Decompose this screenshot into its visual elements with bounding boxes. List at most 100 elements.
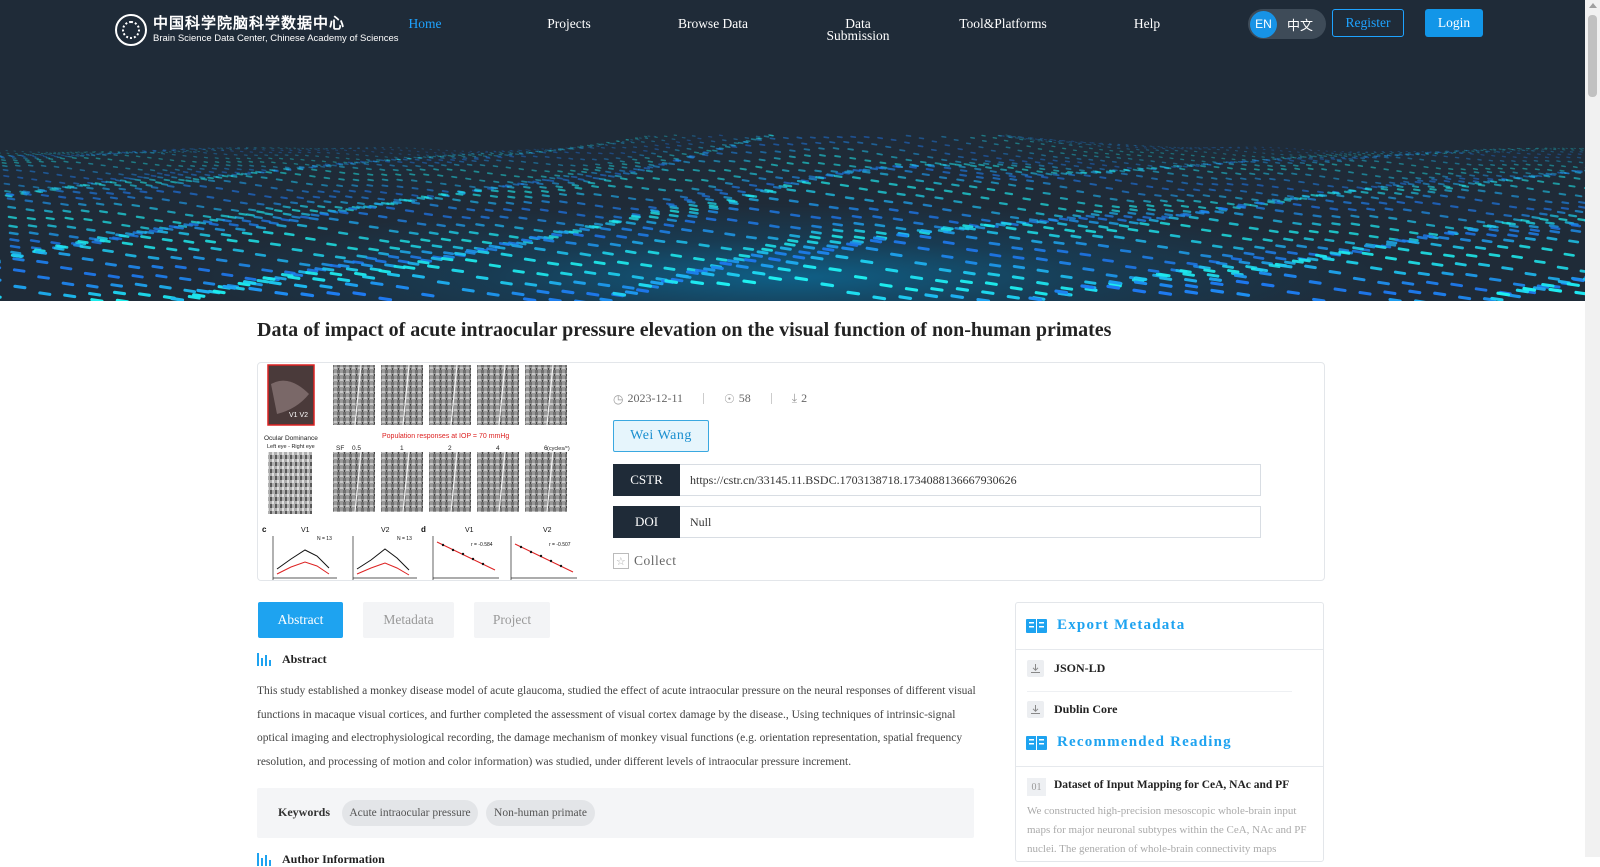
- language-switch[interactable]: EN 中文: [1248, 9, 1326, 39]
- cstr-value[interactable]: https://cstr.cn/33145.11.BSDC.1703138718…: [680, 464, 1261, 496]
- collect-label: Collect: [634, 553, 677, 569]
- meta-divider: [771, 393, 772, 404]
- dataset-title: Data of impact of acute intraocular pres…: [257, 319, 1111, 342]
- dataset-figure-thumbnail[interactable]: V1 V2 Ocular Dominance Left eye - Right …: [259, 364, 589, 580]
- fig-sf-value: 1: [400, 445, 404, 452]
- clock-icon: ◷: [613, 392, 623, 406]
- fig-r-v1: r = -0.584: [471, 542, 493, 548]
- fig-c-v1: V1: [301, 527, 310, 534]
- logo-english-name: Brain Science Data Center, Chinese Acade…: [153, 33, 399, 45]
- fig-sf-label: SF: [336, 445, 344, 452]
- recommended-item-number: 01: [1027, 778, 1046, 796]
- nav-tool-platforms[interactable]: Tool&Platforms: [943, 18, 1063, 30]
- section-bars-icon: [257, 853, 273, 866]
- dataset-card: V1 V2 Ocular Dominance Left eye - Right …: [257, 362, 1325, 581]
- logo-chinese-name: 中国科学院脑科学数据中心: [153, 15, 399, 33]
- author-information-text: Author Information: [282, 852, 385, 867]
- figure-tile: [381, 365, 423, 425]
- doi-value: Null: [680, 506, 1261, 538]
- figure-tile: [477, 452, 519, 512]
- tab-metadata[interactable]: Metadata: [363, 602, 454, 638]
- fig-d-v2: V2: [543, 527, 552, 534]
- panel-divider: [1016, 649, 1324, 650]
- fig-sf-value: 4: [496, 445, 500, 452]
- top-navigation: 中国科学院脑科学数据中心 Brain Science Data Center, …: [0, 0, 1585, 60]
- figure-tile: [525, 365, 567, 425]
- download-icon: [1027, 660, 1044, 677]
- meta-divider: [703, 393, 704, 404]
- nav-projects[interactable]: Projects: [509, 18, 629, 30]
- cstr-label: CSTR: [613, 464, 680, 496]
- nav-help[interactable]: Help: [1087, 18, 1207, 30]
- fig-r-v2: r = -0.507: [549, 542, 571, 548]
- book-icon: [1026, 735, 1047, 750]
- export-dublin-core[interactable]: Dublin Core: [1027, 701, 1117, 718]
- panel-divider: [1016, 766, 1324, 767]
- section-bars-icon: [257, 653, 273, 666]
- eye-icon: ☉: [724, 392, 735, 406]
- doi-label: DOI: [613, 506, 680, 538]
- keywords-label: Keywords: [278, 805, 330, 820]
- register-button[interactable]: Register: [1332, 9, 1404, 37]
- fig-panel-d: d: [421, 525, 426, 534]
- figure-tile: [429, 365, 471, 425]
- recommended-reading-title: Recommended Reading: [1057, 734, 1232, 751]
- download-count: 2: [801, 391, 807, 406]
- scroll-thumb[interactable]: [1588, 15, 1597, 97]
- author-information-heading: Author Information: [257, 852, 385, 867]
- figure-tile: [429, 452, 471, 512]
- login-button[interactable]: Login: [1425, 9, 1483, 37]
- fig-c-v2: V2: [381, 527, 390, 534]
- export-json-ld[interactable]: JSON-LD: [1027, 660, 1105, 677]
- nav-data-submission[interactable]: Data Submission: [798, 18, 918, 42]
- scroll-up-arrow-icon[interactable]: [1589, 3, 1597, 8]
- keyword-tag[interactable]: Non-human primate: [486, 800, 595, 826]
- publish-date: 2023-12-11: [627, 391, 683, 406]
- side-panel: Export Metadata JSON-LD Dublin Core Reco…: [1015, 602, 1324, 862]
- download-icon: [1027, 701, 1044, 718]
- fig-d-v1: V1: [465, 527, 474, 534]
- abstract-heading-text: Abstract: [282, 652, 327, 667]
- fig-panel-c: c: [262, 525, 267, 534]
- doi-row: DOI Null: [613, 506, 1261, 538]
- figure-tile: [381, 452, 423, 512]
- nav-browse-data[interactable]: Browse Data: [653, 18, 773, 30]
- site-logo[interactable]: 中国科学院脑科学数据中心 Brain Science Data Center, …: [115, 14, 399, 46]
- export-item-divider: [1027, 691, 1292, 692]
- collect-button[interactable]: ☆ Collect: [613, 553, 677, 569]
- fig-n-v2: N = 13: [397, 536, 412, 542]
- nav-home[interactable]: Home: [365, 18, 485, 30]
- lang-zh-option[interactable]: 中文: [1287, 15, 1313, 34]
- tab-abstract[interactable]: Abstract: [258, 602, 343, 638]
- view-count: 58: [739, 391, 751, 406]
- recommended-item-description: We constructed high-precision mesoscopic…: [1027, 802, 1317, 859]
- abstract-heading: Abstract: [257, 652, 327, 667]
- fig-sf-value: 0.5: [352, 445, 361, 452]
- recommended-reading-heading: Recommended Reading: [1026, 734, 1232, 751]
- export-json-ld-label: JSON-LD: [1054, 661, 1105, 676]
- keywords-box: Keywords Acute intraocular pressure Non-…: [257, 788, 974, 838]
- fig-sf-value: 2: [448, 445, 452, 452]
- fig-ocular-title: Ocular Dominance: [264, 435, 318, 442]
- author-tag[interactable]: Wei Wang: [613, 420, 709, 452]
- star-icon: ☆: [613, 553, 629, 569]
- fig-n-v1: N = 13: [317, 536, 332, 542]
- fig-label-v1v2-top: V1 V2: [289, 412, 308, 419]
- figure-tile: [333, 365, 375, 425]
- figure-graphic: V1 V2 Ocular Dominance Left eye - Right …: [259, 364, 589, 580]
- lang-en-option[interactable]: EN: [1250, 11, 1277, 38]
- fig-sf-unit: (cycles/°): [547, 446, 570, 452]
- cstr-row: CSTR https://cstr.cn/33145.11.BSDC.17031…: [613, 464, 1261, 496]
- figure-tile: [525, 452, 567, 512]
- dataset-meta-row: ◷ 2023-12-11 ☉ 58 ⤓ 2: [613, 391, 807, 406]
- download-icon: ⤓: [792, 391, 797, 406]
- export-dublin-core-label: Dublin Core: [1054, 702, 1117, 717]
- nav-data-submission-line2: Submission: [798, 30, 918, 42]
- export-metadata-title: Export Metadata: [1057, 617, 1185, 634]
- recommended-item-title[interactable]: Dataset of Input Mapping for CeA, NAc an…: [1054, 779, 1289, 791]
- fig-population-title: Population responses at IOP = 70 mmHg: [382, 433, 509, 440]
- book-icon: [1026, 618, 1047, 633]
- keyword-tag[interactable]: Acute intraocular pressure: [342, 800, 478, 826]
- page-scrollbar[interactable]: [1585, 0, 1600, 857]
- tab-project[interactable]: Project: [474, 602, 550, 638]
